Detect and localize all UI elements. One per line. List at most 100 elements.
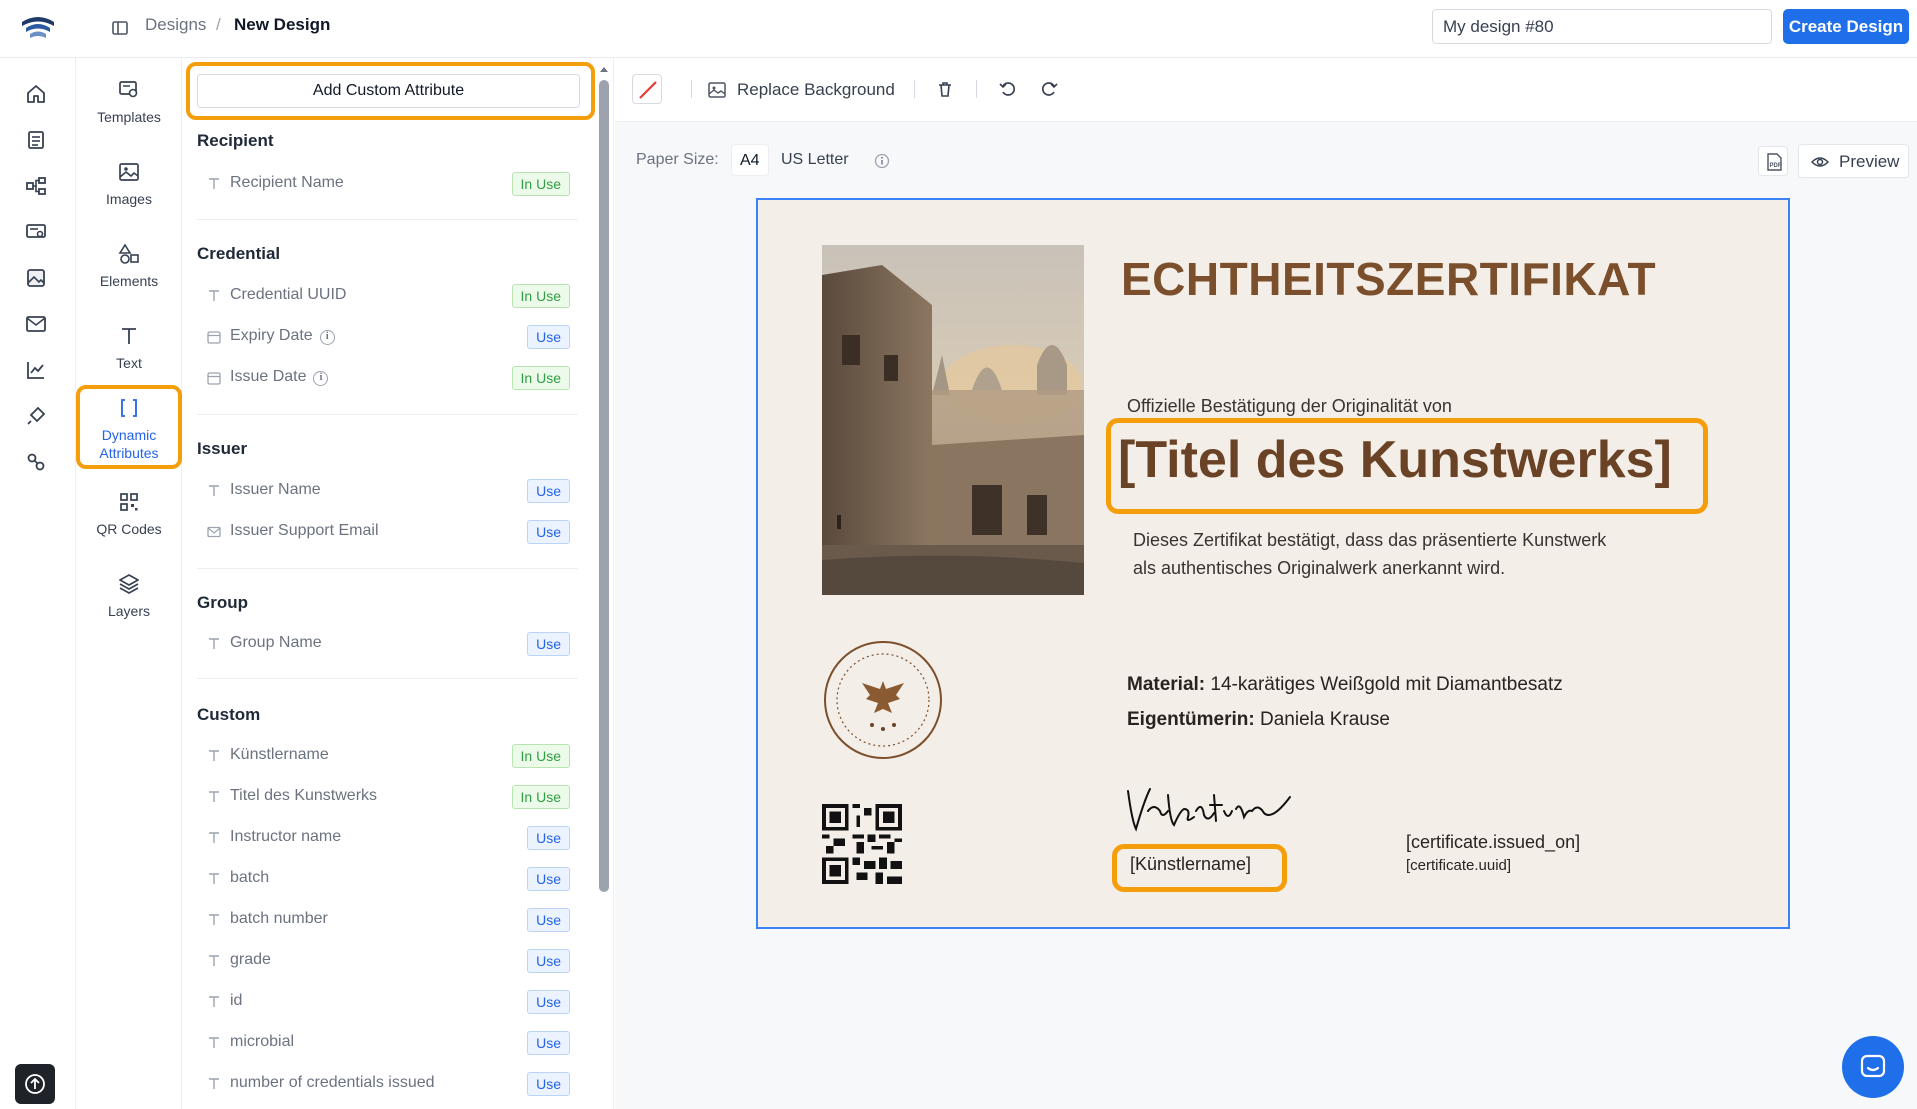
tool-layers[interactable]: Layers	[76, 572, 182, 620]
tool-label: QR Codes	[96, 521, 162, 537]
preview-button[interactable]: Preview	[1798, 144, 1909, 178]
designs-icon[interactable]	[24, 266, 48, 290]
attribute-row[interactable]: microbial Use	[206, 1031, 570, 1055]
panel-scrollbar[interactable]	[599, 80, 609, 892]
attribute-row[interactable]: grade Use	[206, 949, 570, 973]
material-line[interactable]: Material: 14-karätiges Weißgold mit Diam…	[1127, 674, 1563, 696]
text-type-icon	[206, 830, 222, 846]
background-color-swatch[interactable]	[632, 74, 662, 104]
undo-icon[interactable]	[999, 80, 1017, 98]
attribute-row[interactable]: Recipient Name In Use	[206, 172, 570, 196]
app-logo-icon[interactable]	[18, 10, 58, 46]
in-use-badge: In Use	[511, 785, 570, 809]
artwork-painting-image[interactable]	[822, 245, 1084, 595]
tool-templates[interactable]: Templates	[76, 78, 182, 126]
use-button[interactable]: Use	[527, 1072, 570, 1096]
mail-icon	[206, 524, 222, 540]
support-chat-button[interactable]	[1842, 1036, 1904, 1098]
qr-code-image[interactable]	[822, 804, 902, 884]
design-name-input[interactable]	[1432, 9, 1772, 44]
signature-image[interactable]	[1124, 781, 1294, 836]
owner-line[interactable]: Eigentümerin: Daniela Krause	[1127, 709, 1390, 731]
use-button[interactable]: Use	[527, 867, 570, 891]
info-icon[interactable]: i	[319, 330, 335, 345]
attribute-name: Recipient Name	[230, 174, 344, 192]
attribute-row[interactable]: Expiry Date i Use	[206, 325, 570, 349]
attribute-row[interactable]: Issuer Support Email Use	[206, 520, 570, 544]
use-button[interactable]: Use	[527, 479, 570, 503]
attribute-name-text: Expiry Date	[230, 327, 313, 344]
attribute-row[interactable]: Instructor name Use	[206, 826, 570, 850]
attribute-name-text: Titel des Kunstwerks	[230, 787, 378, 804]
info-icon[interactable]: i	[313, 371, 329, 386]
issued-on-placeholder[interactable]: [certificate.issued_on]	[1406, 832, 1580, 853]
upload-button[interactable]	[15, 1064, 55, 1104]
uuid-placeholder[interactable]: [certificate.uuid]	[1406, 857, 1511, 874]
integrations-icon[interactable]	[24, 404, 48, 428]
owner-label: Eigentümerin:	[1127, 709, 1255, 730]
use-button[interactable]: Use	[527, 826, 570, 850]
certificate-icon[interactable]	[24, 220, 48, 244]
text-type-icon	[206, 483, 222, 499]
attribute-name-text: Issuer Name	[230, 481, 321, 498]
tool-elements[interactable]: Elements	[76, 242, 182, 290]
attribute-name-text: Issuer Support Email	[230, 522, 379, 539]
tool-text[interactable]: Text	[76, 324, 182, 372]
attribute-row[interactable]: batch number Use	[206, 908, 570, 932]
info-icon[interactable]	[874, 153, 890, 169]
attribute-name: id	[230, 992, 242, 1010]
redo-icon[interactable]	[1040, 80, 1058, 98]
attribute-row[interactable]: number of credentials issued Use	[206, 1072, 570, 1096]
tool-images[interactable]: Images	[76, 160, 182, 208]
certificate-canvas[interactable]: ECHTHEITSZERTIFIKAT Offizielle Bestätigu…	[756, 198, 1790, 929]
attribute-row[interactable]: Group Name Use	[206, 632, 570, 656]
toolbar-divider	[691, 80, 692, 98]
attribute-name: batch	[230, 869, 269, 887]
home-icon[interactable]	[24, 82, 48, 106]
eagle-seal-icon[interactable]	[822, 639, 944, 761]
tool-qr-codes[interactable]: QR Codes	[76, 490, 182, 538]
text-type-icon	[206, 748, 222, 764]
attribute-row[interactable]: id Use	[206, 990, 570, 1014]
attribute-name-text: batch	[230, 869, 270, 886]
calendar-icon	[206, 370, 222, 386]
paper-option-a4[interactable]: A4	[731, 144, 769, 176]
use-button[interactable]: Use	[527, 325, 570, 349]
attribute-row[interactable]: Issuer Name Use	[206, 479, 570, 503]
trash-icon[interactable]	[936, 80, 954, 98]
download-pdf-button[interactable]: PDF	[1758, 146, 1788, 176]
hierarchy-icon[interactable]	[24, 174, 48, 198]
use-button[interactable]: Use	[527, 990, 570, 1014]
use-button[interactable]: Use	[527, 908, 570, 932]
certificate-subtitle[interactable]: Offizielle Bestätigung der Originalität …	[1127, 396, 1452, 417]
attribute-row[interactable]: Titel des Kunstwerks In Use	[206, 785, 570, 809]
mail-icon[interactable]	[24, 312, 48, 336]
paper-option-us-letter[interactable]: US Letter	[773, 144, 857, 176]
material-label: Material:	[1127, 674, 1206, 695]
attribute-name: Issuer Support Email	[230, 522, 379, 540]
breadcrumb-designs[interactable]: Designs	[145, 15, 206, 35]
list-icon[interactable]	[24, 128, 48, 152]
attribute-row[interactable]: Credential UUID In Use	[206, 284, 570, 308]
certificate-body-text[interactable]: Dieses Zertifikat bestätigt, dass das pr…	[1133, 526, 1693, 582]
attribute-name: grade	[230, 951, 271, 969]
sidebar-toggle-icon[interactable]	[110, 18, 130, 38]
text-type-icon	[206, 176, 222, 192]
attribute-row[interactable]: Künstlername In Use	[206, 744, 570, 768]
use-button[interactable]: Use	[527, 632, 570, 656]
use-button[interactable]: Use	[527, 1031, 570, 1055]
analytics-icon[interactable]	[24, 358, 48, 382]
link-icon[interactable]	[24, 450, 48, 474]
use-button[interactable]: Use	[527, 520, 570, 544]
certificate-title[interactable]: ECHTHEITSZERTIFIKAT	[1121, 252, 1656, 306]
tool-label: Elements	[99, 273, 159, 289]
attribute-row[interactable]: Issue Date i In Use	[206, 366, 570, 390]
attribute-name: Titel des Kunstwerks	[230, 787, 377, 805]
add-attribute-highlight	[186, 62, 595, 120]
image-icon	[708, 82, 726, 98]
create-design-button[interactable]: Create Design	[1783, 9, 1909, 44]
attribute-row[interactable]: batch Use	[206, 867, 570, 891]
use-button[interactable]: Use	[527, 949, 570, 973]
attribute-name-text: Recipient Name	[230, 174, 344, 191]
scroll-up-arrow-icon[interactable]	[599, 64, 609, 74]
